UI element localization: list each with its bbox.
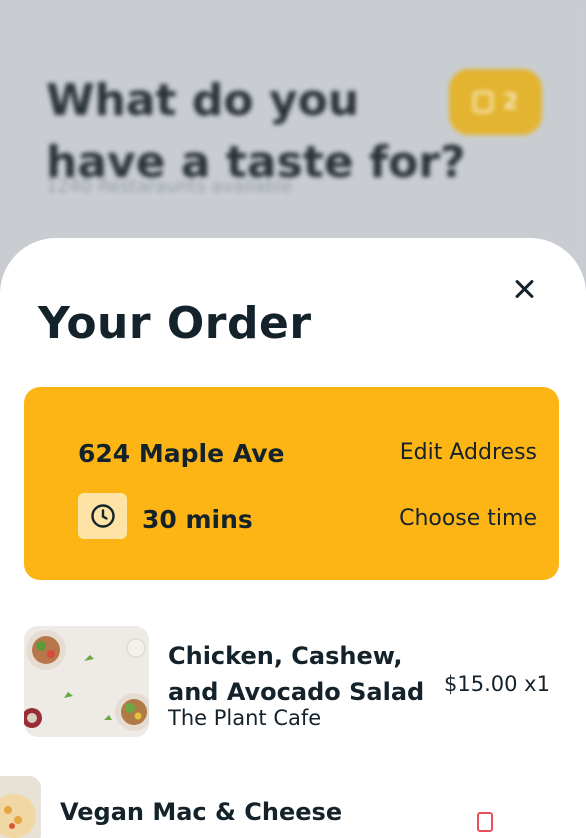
sheet-title: Your Order <box>38 298 312 349</box>
clock-icon <box>78 493 127 539</box>
cart-button: 2 <box>449 69 542 135</box>
trash-icon[interactable] <box>477 812 493 832</box>
delivery-time: 30 mins <box>142 505 253 534</box>
delivery-card: 624 Maple Ave Edit Address 30 mins Choos… <box>24 387 559 580</box>
shopping-bag-icon <box>472 91 493 113</box>
cart-count: 2 <box>502 89 519 115</box>
item-image-salad <box>24 626 149 737</box>
edit-address-button[interactable]: Edit Address <box>400 440 537 465</box>
close-icon[interactable] <box>511 275 539 303</box>
background-subheading: 1240 Restaraunts available <box>46 176 293 197</box>
delivery-address: 624 Maple Ave <box>78 439 285 468</box>
item-name: Chicken, Cashew, and Avocado Salad <box>168 642 425 706</box>
item-name: Vegan Mac & Cheese <box>60 798 343 826</box>
item-restaurant: The Plant Cafe <box>168 706 322 730</box>
order-sheet: Your Order 624 Maple Ave Edit Address 30… <box>0 238 586 838</box>
item-image-mac-cheese <box>0 776 41 838</box>
item-price: $15.00 x1 <box>444 672 550 696</box>
choose-time-button[interactable]: Choose time <box>399 506 537 531</box>
